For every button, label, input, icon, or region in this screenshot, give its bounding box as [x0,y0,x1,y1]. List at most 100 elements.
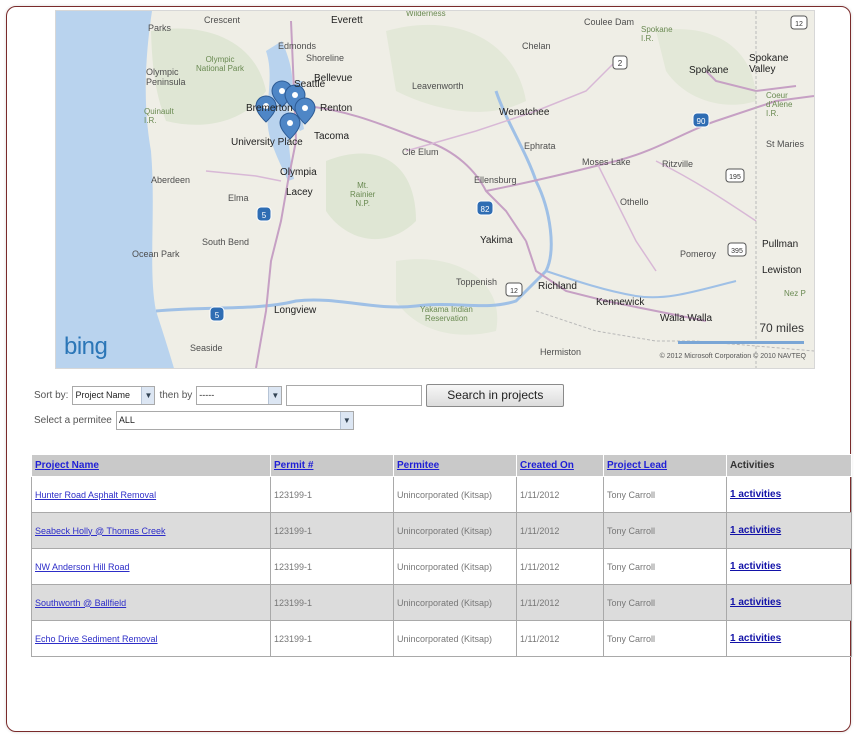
map-label: Hermiston [540,347,582,357]
map-label: Wenatchee [499,107,550,118]
map-label: Seaside [190,343,223,353]
map-label: Shoreline [306,53,345,63]
us-route-shield-icon: 395 [727,242,747,257]
map-label: Elma [228,193,249,203]
map-label: Ocean Park [132,249,180,259]
map-label: Crescent [204,15,241,25]
map-label: Olympic National Park [196,55,245,73]
project-name-link[interactable]: Echo Drive Sediment Removal [35,634,158,644]
map-label: Kennewick [596,297,645,308]
map-label: Ephrata [524,141,556,151]
map-view[interactable]: 5 5 82 90 2 195 12 12 395 Parks Crescent… [55,10,815,369]
column-header-created-on[interactable]: Created On [516,454,604,477]
chevron-down-icon: ▼ [339,411,353,429]
map-label: Pullman [762,239,799,250]
map-label: Moses Lake [582,157,631,167]
map-label: Richland [538,281,577,292]
created-on-cell: 1/11/2012 [516,548,604,585]
interstate-shield-icon: 82 [476,200,494,216]
svg-text:12: 12 [795,21,803,28]
sort-link[interactable]: Permit # [274,460,313,471]
svg-text:5: 5 [215,311,220,320]
chevron-down-icon: ▼ [268,386,282,404]
us-route-shield-icon: 12 [505,282,523,297]
project-name-link[interactable]: Hunter Road Asphalt Removal [35,490,156,500]
permit-cell: 123199-1 [270,548,394,585]
permitee-select[interactable]: ALL ▼ [115,410,354,430]
sort-by-select[interactable]: Project Name ▼ [72,385,156,405]
column-header-permitee[interactable]: Permitee [393,454,517,477]
svg-text:90: 90 [697,117,706,126]
map-label: Bremerton [246,103,293,114]
permit-cell: 123199-1 [270,476,394,513]
created-on-cell: 1/11/2012 [516,584,604,621]
search-input[interactable] [286,384,423,406]
map-label: Leavenworth [412,81,464,91]
map-label: Coeur d'Alene I.R. [766,91,793,118]
table-header-row: Project Name Permit # Permitee Created O… [31,454,852,477]
us-route-shield-icon: 12 [790,15,808,30]
map-label: Edmonds [278,41,317,51]
permitee-value: ALL [118,414,135,425]
svg-text:12: 12 [510,288,518,295]
permit-cell: 123199-1 [270,584,394,621]
project-name-link[interactable]: NW Anderson Hill Road [35,562,130,572]
sort-link[interactable]: Project Name [35,460,99,471]
map-label: Yakama Indian Reservation [420,305,473,323]
map-label: Wilderness [406,10,446,18]
permitee-cell: Unincorporated (Kitsap) [393,620,517,657]
map-label: Aberdeen [151,175,191,185]
projects-table: Project Name Permit # Permitee Created O… [31,454,852,657]
map-label: Mt. Rainier N.P. [350,181,376,208]
map-label: Toppenish [456,277,498,287]
svg-text:2: 2 [618,59,623,68]
column-header-permit[interactable]: Permit # [270,454,394,477]
map-label: Quinault I.R. [144,107,174,125]
map-label: Walla Walla [660,313,713,324]
map-label: Spokane Valley [749,53,789,75]
project-name-link[interactable]: Seabeck Holly @ Thomas Creek [35,526,166,536]
map-label: Seattle [294,79,326,90]
activities-link[interactable]: 1 activities [730,597,781,608]
sort-link[interactable]: Permitee [397,460,439,471]
map-label: St Maries [766,139,805,149]
activities-link[interactable]: 1 activities [730,489,781,500]
bing-logo: bing [64,333,108,360]
map-label: Coulee Dam [584,17,635,27]
state-route-shield-icon: 2 [612,55,628,70]
sort-by-value: Project Name [75,389,130,400]
permitee-cell: Unincorporated (Kitsap) [393,584,517,621]
column-header-project-lead[interactable]: Project Lead [603,454,727,477]
then-by-select[interactable]: ----- ▼ [196,385,283,405]
map-label: Othello [620,197,649,207]
map-scale-label: 70 miles [759,321,804,335]
sort-link[interactable]: Project Lead [607,460,667,471]
map-label: Nez P [784,289,806,298]
sort-link[interactable]: Created On [520,460,574,471]
permitee-cell: Unincorporated (Kitsap) [393,476,517,513]
activities-link[interactable]: 1 activities [730,525,781,536]
map-label: Yakima [480,235,513,246]
permit-cell: 123199-1 [270,512,394,549]
table-row: Hunter Road Asphalt Removal 123199-1 Uni… [31,476,852,513]
map-label: Ellensburg [474,175,517,185]
map-label: Renton [320,103,353,114]
table-row: Echo Drive Sediment Removal 123199-1 Uni… [31,620,852,657]
created-on-cell: 1/11/2012 [516,476,604,513]
interstate-shield-icon: 5 [209,306,225,322]
map-label: Olympic Peninsula [146,67,186,87]
map-label: Chelan [522,41,551,51]
project-name-link[interactable]: Southworth @ Ballfield [35,598,126,608]
svg-text:195: 195 [729,174,741,181]
map-label: Olympia [280,167,317,178]
map-label: Spokane I.R. [641,25,673,43]
project-lead-cell: Tony Carroll [603,620,727,657]
activities-link[interactable]: 1 activities [730,633,781,644]
column-header-project-name[interactable]: Project Name [31,454,271,477]
map-scale-bar [678,341,804,344]
search-projects-button[interactable]: Search in projects [426,383,565,407]
map-label: Lacey [286,187,313,198]
activities-link[interactable]: 1 activities [730,561,781,572]
map-label: Parks [148,23,172,33]
svg-text:5: 5 [262,211,267,220]
